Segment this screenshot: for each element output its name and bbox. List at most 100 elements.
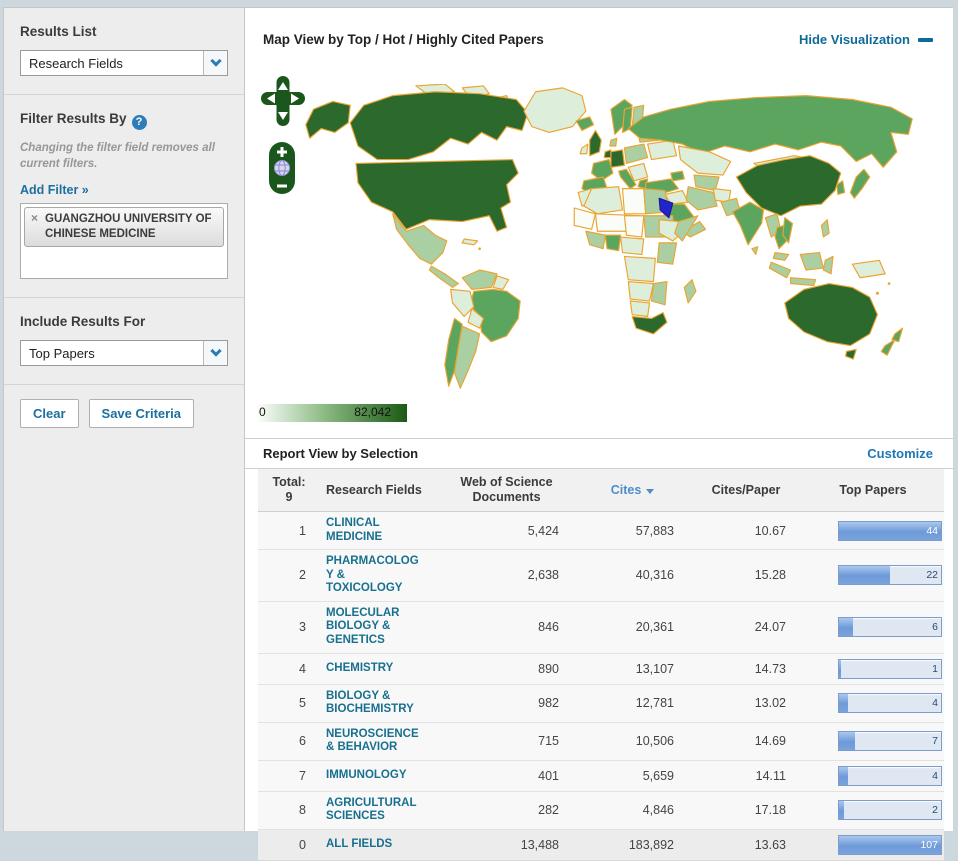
top-papers-bar: 7 (838, 731, 942, 752)
field-link[interactable]: ALL FIELDS (326, 838, 424, 852)
row-cites: 4,846 (642, 803, 674, 818)
main-panel: Map View by Top / Hot / Highly Cited Pap… (245, 7, 953, 861)
table-row: 4 CHEMISTRY 890 13,107 14.73 1 (258, 653, 944, 684)
row-cites-per-paper: 14.11 (755, 768, 786, 783)
top-papers-value: 2 (932, 804, 938, 817)
row-field: CLINICAL MEDICINE (320, 512, 438, 550)
top-papers-header: Top Papers (802, 469, 944, 512)
sidebar: Results List Research Fields Filter Resu… (3, 7, 245, 831)
table-row: 6 NEUROSCIENCE & BEHAVIOR 715 10,506 14.69 7 (258, 722, 944, 761)
results-list-value: Research Fields (29, 55, 123, 71)
app-window: Results List Research Fields Filter Resu… (3, 7, 953, 861)
filter-section: Filter Results By? Changing the filter f… (4, 95, 244, 299)
row-top-papers: 44 (802, 512, 944, 550)
field-link[interactable]: BIOLOGY & BIOCHEMISTRY (326, 690, 424, 717)
customize-link[interactable]: Customize (867, 446, 933, 461)
row-top-papers: 4 (802, 684, 944, 722)
cites-per-paper-header: Cites/Paper (690, 469, 802, 512)
results-list-section: Results List Research Fields (4, 8, 244, 95)
field-link[interactable]: CHEMISTRY (326, 662, 424, 676)
chevron-down-icon[interactable] (203, 51, 227, 75)
add-filter-link[interactable]: Add Filter » (20, 183, 89, 197)
table-row: 2 PHARMACOLOGY & TOXICOLOGY 2,638 40,316 15.… (258, 549, 944, 602)
results-list-heading: Results List (20, 24, 97, 39)
row-cites-per-paper: 13.63 (754, 837, 786, 852)
row-top-papers: 1 (802, 653, 944, 684)
map-pan-control[interactable] (261, 76, 305, 126)
sort-down-icon (646, 488, 655, 494)
row-cites: 40,316 (635, 568, 674, 583)
field-link[interactable]: NEUROSCIENCE & BEHAVIOR (326, 728, 424, 755)
field-link[interactable]: PHARMACOLOGY & TOXICOLOGY (326, 555, 424, 596)
include-results-section: Include Results For Top Papers (4, 298, 244, 386)
row-field: ALL FIELDS (320, 829, 438, 860)
row-documents: 846 (538, 620, 559, 635)
chevron-down-icon[interactable] (203, 341, 227, 366)
filter-tag-label: GUANGZHOU UNIVERSITY OF CHINESE MEDICINE (45, 213, 212, 240)
cites-sort-header[interactable]: Cites (575, 469, 690, 512)
include-results-heading: Include Results For (20, 314, 146, 330)
world-map[interactable] (300, 84, 918, 394)
row-top-papers: 22 (802, 550, 944, 602)
row-cites-per-paper: 13.02 (754, 696, 786, 711)
row-cites-per-paper: 10.67 (754, 523, 786, 538)
table-row: 7 IMMUNOLOGY 401 5,659 14.11 4 (258, 760, 944, 792)
top-papers-bar: 44 (838, 520, 942, 541)
top-papers-bar: 4 (838, 693, 942, 714)
include-results-value: Top Papers (29, 345, 95, 361)
table-row: 0 ALL FIELDS 13,488 183,892 13.63 107 (258, 829, 944, 861)
field-link[interactable]: AGRICULTURAL SCIENCES (326, 797, 424, 824)
globe-icon (274, 160, 290, 176)
top-papers-bar: 1 (838, 658, 942, 679)
top-papers-value: 4 (932, 697, 938, 710)
row-cites: 57,883 (635, 523, 674, 538)
save-criteria-button[interactable]: Save Criteria (88, 399, 195, 429)
table-row: 5 BIOLOGY & BIOCHEMISTRY 982 12,781 13.02 4 (258, 684, 944, 723)
clear-button[interactable]: Clear (20, 399, 79, 429)
row-rank: 1 (299, 523, 306, 538)
map-view-title: Map View by Top / Hot / Highly Cited Pap… (263, 32, 544, 47)
map-zoom-control[interactable] (269, 142, 295, 194)
table-row: 1 CLINICAL MEDICINE 5,424 57,883 10.67 44 (258, 511, 944, 550)
filter-tag[interactable]: × GUANGZHOU UNIVERSITY OF CHINESE MEDICI… (24, 207, 224, 247)
top-papers-bar: 22 (838, 565, 942, 586)
field-link[interactable]: CLINICAL MEDICINE (326, 517, 424, 544)
table-row: 8 AGRICULTURAL SCIENCES 282 4,846 17.18 2 (258, 791, 944, 830)
row-cites-per-paper: 14.73 (754, 661, 786, 676)
map-section: Map View by Top / Hot / Highly Cited Pap… (245, 8, 953, 438)
row-documents: 401 (538, 768, 559, 783)
filter-box: × GUANGZHOU UNIVERSITY OF CHINESE MEDICI… (20, 203, 228, 280)
row-top-papers: 107 (802, 829, 944, 860)
row-rank: 8 (299, 803, 306, 818)
row-top-papers: 7 (802, 722, 944, 760)
research-fields-header: Research Fields (320, 469, 438, 512)
row-top-papers: 6 (802, 601, 944, 653)
row-cites: 10,506 (635, 734, 674, 749)
row-top-papers: 4 (802, 760, 944, 791)
report-table: Total: 9 Research Fields Web of Science … (258, 469, 944, 861)
row-field: BIOLOGY & BIOCHEMISTRY (320, 684, 438, 722)
field-link[interactable]: IMMUNOLOGY (326, 769, 424, 783)
row-documents: 2,638 (527, 568, 559, 583)
remove-filter-icon[interactable]: × (31, 211, 38, 225)
row-rank: 2 (299, 568, 306, 583)
row-rank: 0 (299, 837, 306, 852)
help-icon[interactable]: ? (131, 115, 147, 130)
row-rank: 6 (299, 734, 306, 749)
include-results-select[interactable]: Top Papers (20, 340, 228, 367)
table-row: 3 MOLECULAR BIOLOGY & GENETICS 846 20,361 24… (258, 601, 944, 653)
documents-header: Web of Science Documents (438, 469, 575, 512)
table-header-row: Total: 9 Research Fields Web of Science … (258, 469, 944, 512)
row-field: AGRICULTURAL SCIENCES (320, 791, 438, 829)
filter-note: Changing the filter field removes all cu… (20, 142, 215, 170)
row-documents: 5,424 (527, 523, 559, 538)
hide-visualization-link[interactable]: Hide Visualization (799, 32, 933, 47)
top-papers-value: 107 (920, 838, 938, 851)
field-link[interactable]: MOLECULAR BIOLOGY & GENETICS (326, 607, 424, 648)
results-list-select[interactable]: Research Fields (20, 50, 228, 76)
row-rank: 4 (299, 661, 306, 676)
row-cites-per-paper: 15.28 (754, 568, 786, 583)
sidebar-actions: Clear Save Criteria (4, 385, 244, 446)
map-header: Map View by Top / Hot / Highly Cited Pap… (245, 8, 953, 47)
row-top-papers: 2 (802, 791, 944, 829)
